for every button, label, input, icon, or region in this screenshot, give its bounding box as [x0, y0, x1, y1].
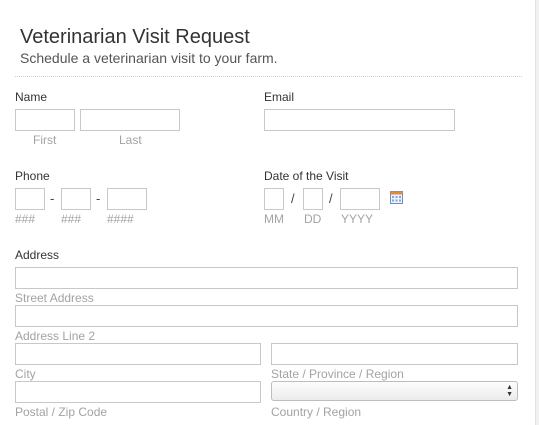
visit-year-sublabel: YYYY — [341, 212, 374, 226]
visit-month-input[interactable] — [264, 188, 284, 210]
email-label: Email — [264, 90, 295, 104]
visit-year-input[interactable] — [340, 188, 380, 210]
last-name-sublabel: Last — [119, 133, 142, 147]
street-address-sublabel: Street Address — [15, 291, 94, 305]
phone-line-sublabel: #### — [107, 212, 134, 226]
address-label: Address — [15, 248, 60, 262]
street-address-input[interactable] — [15, 267, 518, 289]
updown-arrows-icon: ▲ ▼ — [506, 384, 513, 398]
date-separator-1: / — [291, 191, 295, 206]
name-label: Name — [15, 90, 48, 104]
address-line2-input[interactable] — [15, 305, 518, 327]
phone-line-input[interactable] — [107, 188, 147, 210]
first-name-sublabel: First — [33, 133, 57, 147]
phone-separator-2: - — [96, 191, 101, 206]
visit-day-sublabel: DD — [304, 212, 322, 226]
phone-area-sublabel: ### — [15, 212, 36, 226]
date-separator-2: / — [329, 191, 333, 206]
first-name-input[interactable] — [15, 109, 75, 131]
state-input[interactable] — [271, 343, 518, 365]
visit-day-input[interactable] — [303, 188, 323, 210]
country-select[interactable]: ▲ ▼ — [271, 381, 518, 401]
window-edge — [535, 0, 539, 425]
state-sublabel: State / Province / Region — [271, 367, 404, 381]
visit-month-sublabel: MM — [264, 212, 284, 226]
postal-code-input[interactable] — [15, 381, 261, 403]
city-sublabel: City — [15, 367, 36, 381]
visit-date-label: Date of the Visit — [264, 169, 349, 183]
email-input[interactable] — [264, 109, 455, 131]
address-line2-sublabel: Address Line 2 — [15, 329, 96, 343]
calendar-icon[interactable] — [390, 191, 403, 204]
phone-separator-1: - — [50, 191, 55, 206]
phone-prefix-input[interactable] — [61, 188, 91, 210]
phone-area-input[interactable] — [15, 188, 45, 210]
form-title: Veterinarian Visit Request — [20, 26, 250, 48]
phone-label: Phone — [15, 169, 50, 183]
last-name-input[interactable] — [80, 109, 180, 131]
header-divider — [15, 76, 522, 77]
city-input[interactable] — [15, 343, 261, 365]
phone-prefix-sublabel: ### — [61, 212, 82, 226]
form-subtitle: Schedule a veterinarian visit to your fa… — [20, 50, 278, 66]
postal-code-sublabel: Postal / Zip Code — [15, 405, 108, 419]
country-sublabel: Country / Region — [271, 405, 362, 419]
